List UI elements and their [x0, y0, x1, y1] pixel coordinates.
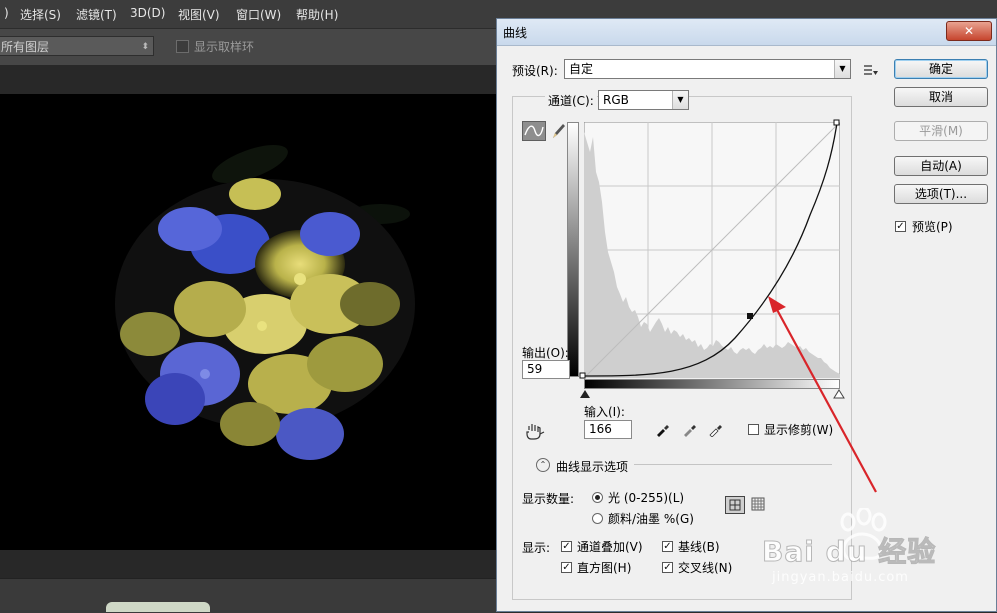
pigment-radio[interactable]	[592, 513, 603, 524]
watermark: Bai du 经验 jingyan.baidu.com	[760, 508, 996, 600]
curve-tool-icon	[524, 125, 544, 137]
input-label: 输入(I):	[584, 405, 625, 419]
white-point-slider-icon[interactable]	[833, 389, 845, 399]
dialog-titlebar[interactable]: 曲线 ✕	[497, 19, 996, 46]
preset-options-icon[interactable]	[863, 63, 879, 77]
channel-dropdown[interactable]: RGB ▼	[598, 90, 689, 110]
channel-value: RGB	[603, 93, 629, 107]
menu-view[interactable]: 视图(V)	[178, 6, 220, 23]
collapse-icon[interactable]: ⌃	[536, 458, 550, 472]
sample-layer-select[interactable]: 所有图层 ⬍	[0, 36, 154, 56]
histogram-checkbox[interactable]: ✓	[561, 562, 572, 573]
menu-window[interactable]: 窗口(W)	[236, 6, 281, 23]
black-point-slider-icon[interactable]	[579, 389, 591, 399]
baseline-label: 基线(B)	[678, 540, 720, 554]
show-clipping-label: 显示修剪(W)	[764, 423, 834, 437]
show-amount-label: 显示数量:	[522, 492, 575, 506]
preset-value: 自定	[569, 62, 594, 76]
chevron-down-icon: ▼	[672, 91, 688, 109]
auto-button[interactable]: 自动(A)	[894, 156, 988, 176]
close-button[interactable]: ✕	[946, 21, 992, 41]
simple-grid-button[interactable]	[725, 496, 745, 514]
pigment-option-label: 颜料/油墨 %(G)	[608, 512, 694, 526]
chevron-down-icon: ▼	[834, 60, 850, 78]
updown-arrows-icon: ⬍	[141, 42, 149, 52]
sample-layer-value: 所有图层	[1, 40, 50, 54]
menu-filter[interactable]: 滤镜(T)	[76, 6, 117, 23]
preset-label: 预设(R):	[512, 64, 558, 78]
light-radio[interactable]	[592, 492, 603, 503]
pencil-tool-icon[interactable]	[550, 121, 566, 141]
menu-3d[interactable]: 3D(D)	[130, 6, 165, 20]
curve-display-options-label: 曲线显示选项	[556, 460, 629, 474]
layer-thumbnail[interactable]	[106, 602, 210, 612]
menu-select[interactable]: 选择(S)	[20, 6, 61, 23]
ok-button[interactable]: 确定	[894, 59, 988, 79]
input-field[interactable]: 166	[584, 420, 632, 439]
preview-label: 预览(P)	[912, 220, 953, 234]
document-canvas[interactable]	[0, 94, 500, 550]
curve-graph-svg	[583, 121, 841, 379]
options-button[interactable]: 选项(T)...	[894, 184, 988, 204]
output-label: 输出(O):	[522, 346, 569, 360]
channel-overlays-label: 通道叠加(V)	[577, 540, 643, 554]
bottom-panel-bar	[0, 578, 500, 613]
smooth-button[interactable]: 平滑(M)	[894, 121, 988, 141]
black-eyedropper-icon[interactable]	[654, 421, 670, 437]
output-gradient-bar	[567, 122, 579, 377]
watermark-url: jingyan.baidu.com	[772, 570, 909, 585]
hand-adjust-icon[interactable]	[525, 422, 545, 440]
show-sampling-ring-checkbox[interactable]	[176, 40, 189, 53]
show-label: 显示:	[522, 541, 551, 555]
divider	[634, 464, 832, 465]
curve-graph[interactable]	[583, 121, 841, 379]
grid-4-icon	[729, 499, 741, 511]
intersection-line-label: 交叉线(N)	[678, 561, 733, 575]
preset-dropdown[interactable]: 自定 ▼	[564, 59, 851, 79]
channel-label: 通道(C):	[545, 92, 597, 109]
menu-cut-off[interactable]: )	[4, 6, 9, 20]
white-eyedropper-icon[interactable]	[707, 421, 723, 437]
channel-overlays-checkbox[interactable]: ✓	[561, 541, 572, 552]
intersection-line-checkbox[interactable]: ✓	[662, 562, 673, 573]
hydrangea-photo	[0, 94, 500, 550]
gray-eyedropper-icon[interactable]	[681, 421, 697, 437]
preview-checkbox[interactable]: ✓	[895, 221, 906, 232]
dialog-title: 曲线	[503, 26, 528, 40]
edit-points-tool[interactable]	[522, 121, 546, 141]
watermark-brand: Bai du 经验	[761, 535, 937, 569]
light-option-label: 光 (0-255)(L)	[608, 491, 685, 505]
output-field[interactable]: 59	[522, 360, 570, 379]
menu-help[interactable]: 帮助(H)	[296, 6, 338, 23]
baseline-checkbox[interactable]: ✓	[662, 541, 673, 552]
histogram-label: 直方图(H)	[577, 561, 632, 575]
show-clipping-checkbox[interactable]	[748, 424, 759, 435]
input-gradient-bar	[584, 379, 840, 389]
show-sampling-ring-label: 显示取样环	[194, 40, 255, 54]
cancel-button[interactable]: 取消	[894, 87, 988, 107]
